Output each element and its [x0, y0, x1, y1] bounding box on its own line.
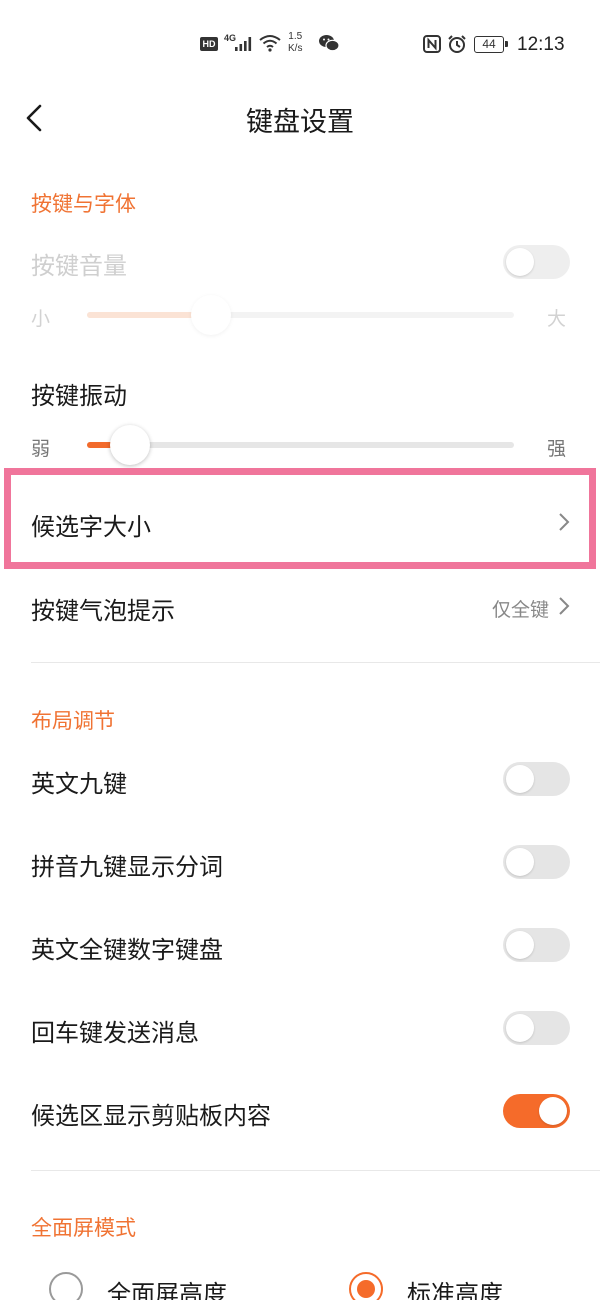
standard-height-label[interactable]: 标准高度 [407, 1274, 503, 1300]
chevron-right-icon[interactable] [557, 511, 571, 533]
clock-time: 12:13 [517, 34, 565, 55]
toggle-knob [506, 1014, 534, 1042]
key-volume-toggle [503, 245, 570, 279]
key-volume-slider [87, 295, 514, 335]
network-speed-unit: K/s [288, 43, 303, 54]
layout-item-label: 英文全键数字键盘 [31, 936, 223, 964]
candidate-size-label[interactable]: 候选字大小 [31, 507, 151, 542]
section-label-keys-fonts: 按键与字体 [31, 192, 136, 216]
app-header: 键盘设置 [0, 90, 600, 146]
key-vibration-slider-thumb[interactable] [109, 425, 150, 465]
chevron-right-icon[interactable] [557, 595, 571, 617]
key-vibration-max-label: 强 [547, 438, 567, 460]
section-divider [31, 662, 600, 663]
key-volume-min-label: 小 [31, 308, 51, 330]
signal-icon [234, 36, 254, 55]
clipboard-candidate-toggle[interactable] [503, 1094, 570, 1128]
key-vibration-label: 按键振动 [31, 382, 127, 410]
hd-badge: HD [200, 37, 218, 51]
key-volume-max-label: 大 [547, 308, 567, 330]
network-speed: 1.5 K/s [288, 31, 302, 55]
network-speed-value: 1.5 [288, 31, 303, 42]
toggle-knob [506, 765, 534, 793]
wechat-icon [318, 34, 340, 55]
layout-item-label: 回车键发送消息 [31, 1019, 199, 1047]
section-label-layout: 布局调节 [31, 709, 115, 733]
key-volume-label: 按键音量 [31, 252, 127, 280]
section-divider [31, 1170, 600, 1171]
standard-height-radio[interactable] [349, 1272, 383, 1300]
layout-item-label: 候选区显示剪贴板内容 [31, 1102, 271, 1130]
nfc-icon [423, 35, 441, 56]
key-bubble-value: 仅全键 [491, 599, 549, 621]
fullscreen-height-radio[interactable] [49, 1272, 83, 1300]
key-volume-slider-thumb [190, 295, 231, 335]
layout-item-label: 英文九键 [31, 770, 127, 798]
toggle-knob [539, 1097, 567, 1125]
toggle-knob [506, 931, 534, 959]
fullscreen-height-label[interactable]: 全面屏高度 [107, 1274, 227, 1300]
section-label-fullscreen: 全面屏模式 [31, 1216, 136, 1240]
status-bar: HD 4G 1.5 K/s 44 12:13 [0, 0, 600, 90]
enter-send-toggle[interactable] [503, 1011, 570, 1045]
key-bubble-label[interactable]: 按键气泡提示 [31, 591, 175, 626]
key-vibration-slider[interactable] [87, 425, 514, 465]
page-title: 键盘设置 [246, 107, 354, 138]
toggle-knob [506, 248, 534, 276]
wifi-icon [258, 34, 282, 55]
key-vibration-min-label: 弱 [31, 438, 51, 460]
battery-icon: 44 [474, 36, 508, 53]
alarm-icon [447, 34, 467, 57]
english-t9-toggle[interactable] [503, 762, 570, 796]
toggle-knob [506, 848, 534, 876]
english-full-numeric-toggle[interactable] [503, 928, 570, 962]
pinyin-t9-segment-toggle[interactable] [503, 845, 570, 879]
layout-item-label: 拼音九键显示分词 [31, 853, 223, 881]
